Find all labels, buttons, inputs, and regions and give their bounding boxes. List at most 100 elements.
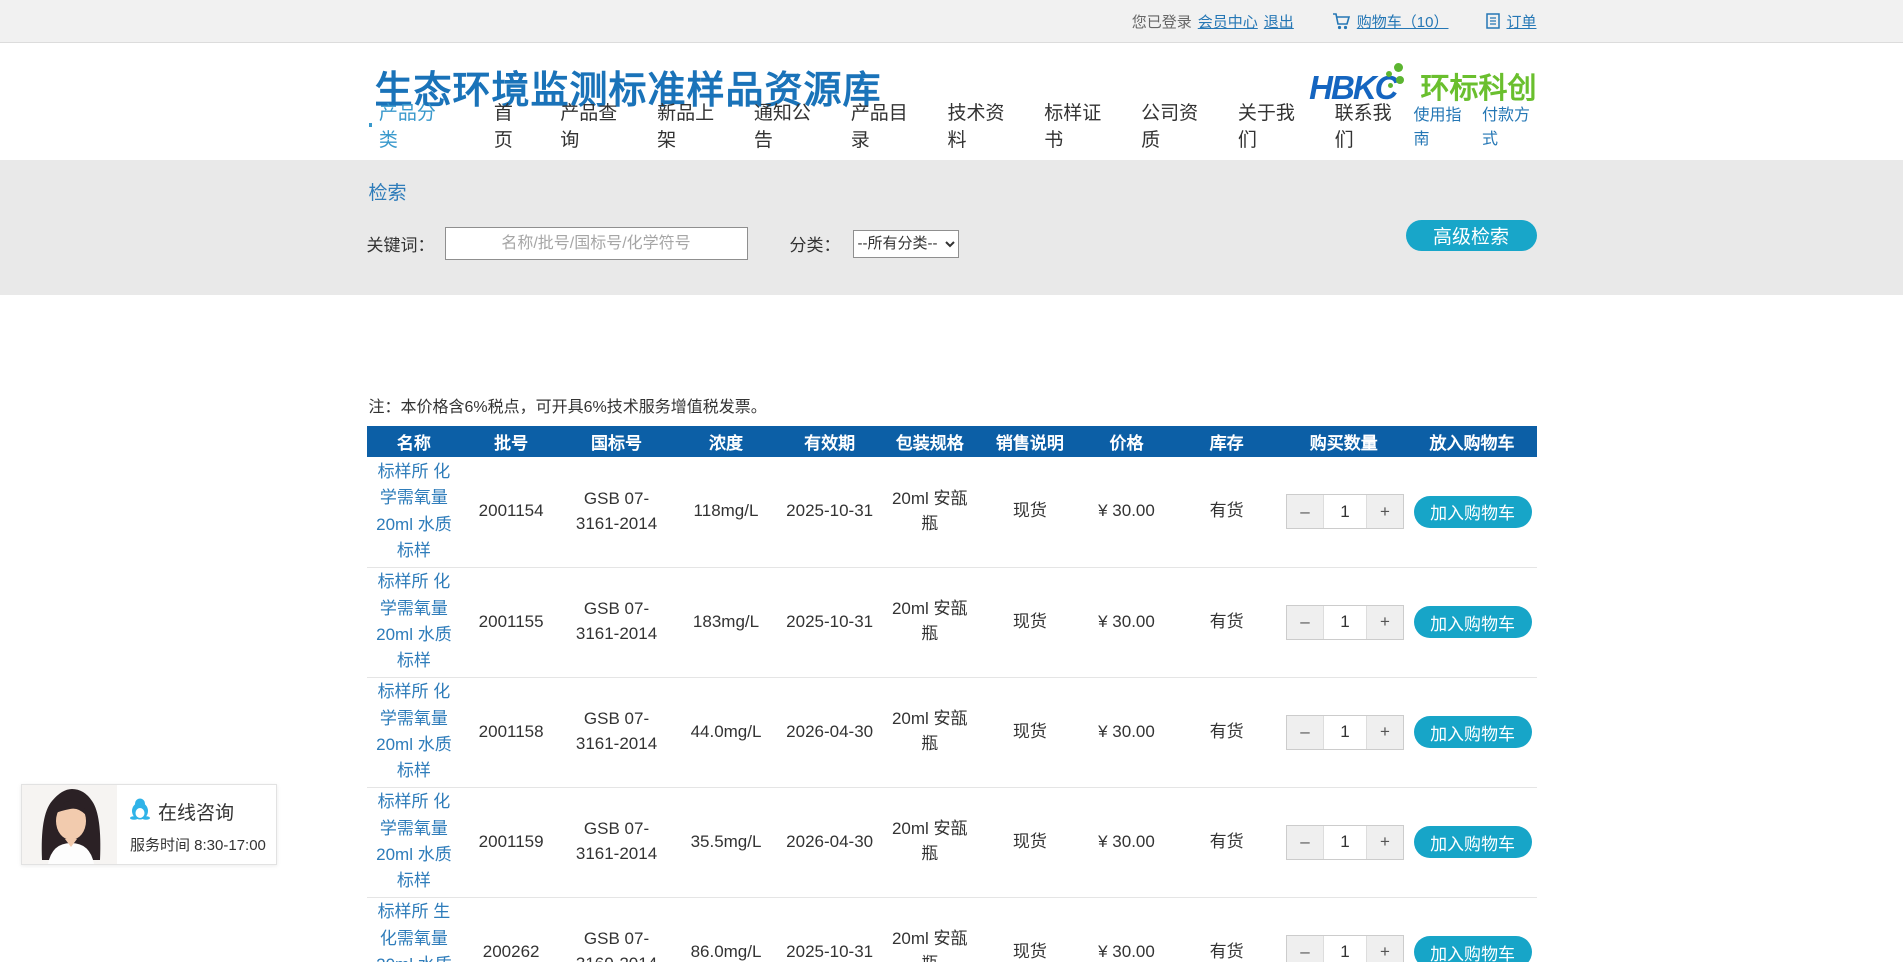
cell-sale-status: 现货 [980, 457, 1080, 567]
add-to-cart-button[interactable]: 加入购物车 [1414, 826, 1532, 858]
quantity-increase-button[interactable]: + [1367, 826, 1403, 859]
cell-price: ¥ 30.00 [1080, 787, 1174, 897]
nav-product-category[interactable]: 产品分类 [369, 98, 444, 152]
brand-dots-decoration [1384, 63, 1410, 93]
cell-stock: 有货 [1173, 897, 1280, 962]
product-name-link[interactable]: 标样所 化学需氧量 20ml 水质标样 [373, 789, 456, 894]
main-nav: 产品分类 首页产品查询新品上架通知公告产品目录技术资料标样证书公司资质关于我们联… [367, 98, 1537, 152]
quantity-input[interactable] [1323, 936, 1367, 962]
column-header-8: 库存 [1173, 426, 1280, 457]
orders-link[interactable]: 订单 [1506, 11, 1536, 32]
nav-item-2[interactable]: 新品上架 [639, 98, 736, 152]
cell-gb-number: GSB 07-3161-2014 [561, 457, 672, 567]
cell-batch: 2001154 [461, 457, 561, 567]
table-row: 标样所 化学需氧量 20ml 水质标样 2001154 GSB 07-3161-… [367, 457, 1537, 567]
product-name-link[interactable]: 标样所 化学需氧量 20ml 水质标样 [373, 679, 456, 784]
column-header-9: 购买数量 [1280, 426, 1408, 457]
nav-side-links: 使用指南 付款方式 [1413, 101, 1536, 149]
cell-concentration: 183mg/L [672, 567, 780, 677]
cart-group[interactable]: 购物车（10） [1332, 11, 1449, 32]
cell-quantity: – + [1280, 457, 1408, 567]
cell-expiry: 2025-10-31 [780, 567, 880, 677]
quantity-increase-button[interactable]: + [1367, 936, 1403, 962]
cell-quantity: – + [1280, 787, 1408, 897]
search-form: 关键词： 分类： --所有分类-- [367, 227, 1537, 260]
cart-link[interactable]: 购物车（10） [1357, 11, 1449, 32]
cell-expiry: 2025-10-31 [780, 457, 880, 567]
keyword-input[interactable] [445, 227, 748, 260]
table-row: 标样所 化学需氧量 20ml 水质标样 2001155 GSB 07-3161-… [367, 567, 1537, 677]
quantity-input[interactable] [1323, 716, 1367, 749]
nav-item-7[interactable]: 公司资质 [1123, 98, 1220, 152]
member-center-link[interactable]: 会员中心 [1198, 11, 1258, 32]
qq-penguin-icon [130, 798, 150, 825]
quantity-decrease-button[interactable]: – [1287, 606, 1323, 639]
product-name-link[interactable]: 标样所 化学需氧量 20ml 水质标样 [373, 569, 456, 674]
quantity-decrease-button[interactable]: – [1287, 716, 1323, 749]
cell-batch: 2001159 [461, 787, 561, 897]
quantity-decrease-button[interactable]: – [1287, 495, 1323, 528]
orders-group[interactable]: 订单 [1486, 11, 1536, 32]
cell-gb-number: GSB 07-3161-2014 [561, 677, 672, 787]
cell-name: 标样所 化学需氧量 20ml 水质标样 [367, 567, 462, 677]
add-to-cart-button[interactable]: 加入购物车 [1414, 496, 1532, 528]
nav-item-3[interactable]: 通知公告 [736, 98, 833, 152]
cell-add-to-cart: 加入购物车 [1408, 787, 1537, 897]
cell-package: 20ml 安瓿瓶 [879, 897, 980, 962]
nav-item-6[interactable]: 标样证书 [1026, 98, 1123, 152]
category-bullet-icon [369, 123, 372, 127]
cell-package: 20ml 安瓿瓶 [879, 787, 980, 897]
add-to-cart-button[interactable]: 加入购物车 [1414, 606, 1532, 638]
nav-item-4[interactable]: 产品目录 [833, 98, 930, 152]
product-name-link[interactable]: 标样所 生化需氧量 20ml 水质标样 [373, 899, 456, 962]
quantity-stepper: – + [1286, 605, 1404, 640]
search-section: 检索 关键词： 分类： --所有分类-- 高级检索 [0, 160, 1903, 295]
product-name-link[interactable]: 标样所 化学需氧量 20ml 水质标样 [373, 459, 456, 564]
guide-link[interactable]: 使用指南 [1413, 101, 1468, 149]
advanced-search-button[interactable]: 高级检索 [1406, 220, 1537, 251]
online-service-widget[interactable]: 在线咨询 服务时间 8:30-17:00 [21, 784, 277, 865]
nav-item-5[interactable]: 技术资料 [929, 98, 1026, 152]
cell-expiry: 2026-04-30 [780, 787, 880, 897]
cart-icon [1332, 13, 1351, 30]
quantity-increase-button[interactable]: + [1367, 495, 1403, 528]
column-header-7: 价格 [1080, 426, 1174, 457]
quantity-decrease-button[interactable]: – [1287, 826, 1323, 859]
quantity-input[interactable] [1323, 495, 1367, 528]
cell-stock: 有货 [1173, 677, 1280, 787]
quantity-stepper: – + [1286, 494, 1404, 529]
quantity-stepper: – + [1286, 715, 1404, 750]
quantity-input[interactable] [1323, 606, 1367, 639]
product-table-head: 名称批号国标号浓度有效期包装规格销售说明价格库存购买数量放入购物车 [367, 426, 1537, 457]
quantity-increase-button[interactable]: + [1367, 606, 1403, 639]
cell-price: ¥ 30.00 [1080, 457, 1174, 567]
cell-add-to-cart: 加入购物车 [1408, 567, 1537, 677]
cell-gb-number: GSB 07-3161-2014 [561, 567, 672, 677]
logout-link[interactable]: 退出 [1264, 11, 1294, 32]
cell-gb-number: GSB 07-3161-2014 [561, 787, 672, 897]
nav-item-9[interactable]: 联系我们 [1317, 98, 1414, 152]
nav-item-8[interactable]: 关于我们 [1220, 98, 1317, 152]
payment-link[interactable]: 付款方式 [1482, 101, 1537, 149]
quantity-stepper: – + [1286, 825, 1404, 860]
add-to-cart-button[interactable]: 加入购物车 [1414, 936, 1532, 962]
cell-batch: 2001155 [461, 567, 561, 677]
quantity-decrease-button[interactable]: – [1287, 936, 1323, 962]
column-header-3: 浓度 [672, 426, 780, 457]
cell-stock: 有货 [1173, 567, 1280, 677]
quantity-increase-button[interactable]: + [1367, 716, 1403, 749]
table-row: 标样所 化学需氧量 20ml 水质标样 2001158 GSB 07-3161-… [367, 677, 1537, 787]
category-select[interactable]: --所有分类-- [853, 230, 959, 258]
nav-item-1[interactable]: 产品查询 [542, 98, 639, 152]
add-to-cart-button[interactable]: 加入购物车 [1414, 716, 1532, 748]
cell-quantity: – + [1280, 677, 1408, 787]
cell-price: ¥ 30.00 [1080, 567, 1174, 677]
cell-expiry: 2026-04-30 [780, 677, 880, 787]
quantity-stepper: – + [1286, 935, 1404, 962]
search-title: 检索 [369, 178, 1537, 205]
cell-name: 标样所 化学需氧量 20ml 水质标样 [367, 677, 462, 787]
nav-item-0[interactable]: 首页 [476, 98, 542, 152]
cell-name: 标样所 生化需氧量 20ml 水质标样 [367, 897, 462, 962]
quantity-input[interactable] [1323, 826, 1367, 859]
cell-sale-status: 现货 [980, 677, 1080, 787]
